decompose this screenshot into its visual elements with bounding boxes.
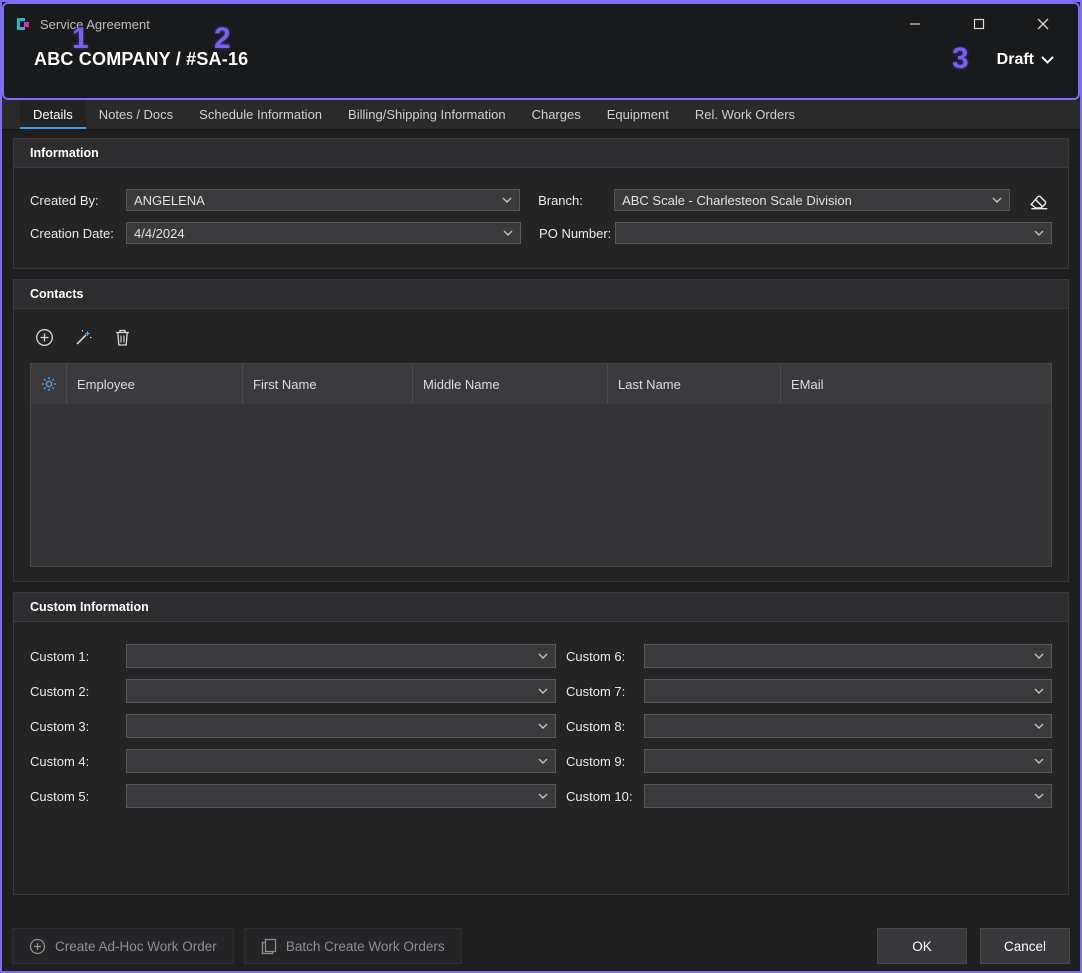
contacts-header: Contacts [14, 280, 1068, 309]
custom-information-panel: Custom Information Custom 1: Custom 6: C… [13, 592, 1069, 895]
status-label: Draft [997, 51, 1034, 69]
information-panel: Information Created By: ANGELENA Branch:… [13, 138, 1069, 269]
create-adhoc-work-order-label: Create Ad-Hoc Work Order [55, 939, 217, 954]
contacts-grid-body[interactable] [31, 404, 1051, 566]
custom-5-label: Custom 5: [30, 789, 126, 804]
chevron-down-icon [532, 723, 548, 729]
custom-3-label: Custom 3: [30, 719, 126, 734]
chevron-down-icon [1028, 723, 1044, 729]
column-header-first-name[interactable]: First Name [243, 364, 413, 404]
tab-details[interactable]: Details [20, 100, 86, 129]
window-controls [904, 13, 1068, 35]
column-header-employee[interactable]: Employee [67, 364, 243, 404]
tab-billing-shipping-information[interactable]: Billing/Shipping Information [335, 100, 519, 129]
chevron-down-icon [532, 793, 548, 799]
po-number-label: PO Number: [539, 226, 615, 241]
add-contact-icon[interactable] [32, 325, 56, 349]
clear-eraser-icon[interactable] [1026, 188, 1052, 212]
branch-label: Branch: [538, 193, 614, 208]
edit-wand-icon[interactable] [71, 325, 95, 349]
chevron-down-icon [986, 197, 1002, 203]
custom-2-label: Custom 2: [30, 684, 126, 699]
maximize-button[interactable] [968, 13, 990, 35]
batch-create-work-orders-label: Batch Create Work Orders [286, 939, 445, 954]
custom-10-label: Custom 10: [566, 789, 644, 804]
contacts-toolbar [30, 325, 1052, 349]
column-header-middle-name[interactable]: Middle Name [413, 364, 608, 404]
batch-create-work-orders-button[interactable]: Batch Create Work Orders [244, 928, 462, 964]
chevron-down-icon [1041, 56, 1054, 64]
chevron-down-icon [532, 653, 548, 659]
custom-3-combobox[interactable] [126, 714, 556, 738]
custom-7-combobox[interactable] [644, 679, 1052, 703]
row-indicator-sun-icon[interactable] [31, 364, 67, 404]
tab-equipment[interactable]: Equipment [594, 100, 682, 129]
custom-6-combobox[interactable] [644, 644, 1052, 668]
custom-9-combobox[interactable] [644, 749, 1052, 773]
created-by-combobox[interactable]: ANGELENA [126, 189, 520, 211]
minimize-button[interactable] [904, 13, 926, 35]
created-by-value: ANGELENA [134, 193, 205, 208]
chevron-down-icon [496, 197, 512, 203]
column-header-last-name[interactable]: Last Name [608, 364, 781, 404]
information-header: Information [14, 139, 1068, 168]
branch-value: ABC Scale - Charlesteon Scale Division [622, 193, 852, 208]
custom-10-combobox[interactable] [644, 784, 1052, 808]
plus-circle-icon [29, 938, 46, 955]
service-agreement-window: Service Agreement ABC COMPANY / #SA-16 D… [0, 0, 1082, 973]
close-button[interactable] [1032, 13, 1054, 35]
chevron-down-icon [532, 758, 548, 764]
status-dropdown[interactable]: Draft [997, 51, 1054, 69]
titlebar: Service Agreement ABC COMPANY / #SA-16 D… [2, 2, 1080, 100]
custom-information-header: Custom Information [14, 593, 1068, 622]
custom-7-label: Custom 7: [566, 684, 644, 699]
contacts-grid: Employee First Name Middle Name Last Nam… [30, 363, 1052, 567]
custom-4-combobox[interactable] [126, 749, 556, 773]
custom-6-label: Custom 6: [566, 649, 644, 664]
tab-rel-work-orders[interactable]: Rel. Work Orders [682, 100, 808, 129]
contacts-panel: Contacts [13, 279, 1069, 582]
custom-5-combobox[interactable] [126, 784, 556, 808]
creation-date-label: Creation Date: [30, 226, 126, 241]
chevron-down-icon [1028, 230, 1044, 236]
creation-date-combobox[interactable]: 4/4/2024 [126, 222, 521, 244]
chevron-down-icon [1028, 758, 1044, 764]
chevron-down-icon [532, 688, 548, 694]
tab-notes-docs[interactable]: Notes / Docs [86, 100, 186, 129]
delete-trash-icon[interactable] [110, 325, 134, 349]
created-by-label: Created By: [30, 193, 126, 208]
app-logo-icon [14, 15, 32, 33]
custom-8-label: Custom 8: [566, 719, 644, 734]
branch-combobox[interactable]: ABC Scale - Charlesteon Scale Division [614, 189, 1010, 211]
chevron-down-icon [497, 230, 513, 236]
tab-charges[interactable]: Charges [519, 100, 594, 129]
cancel-button[interactable]: Cancel [980, 928, 1070, 964]
chevron-down-icon [1028, 688, 1044, 694]
po-number-combobox[interactable] [615, 222, 1052, 244]
annotation-marker-1: 1 [72, 22, 89, 56]
copy-pages-icon [261, 938, 277, 955]
custom-9-label: Custom 9: [566, 754, 644, 769]
window-title: Service Agreement [40, 17, 150, 32]
tab-bar: Details Notes / Docs Schedule Informatio… [2, 100, 1080, 130]
contacts-grid-header: Employee First Name Middle Name Last Nam… [31, 364, 1051, 404]
custom-1-label: Custom 1: [30, 649, 126, 664]
custom-4-label: Custom 4: [30, 754, 126, 769]
chevron-down-icon [1028, 793, 1044, 799]
custom-1-combobox[interactable] [126, 644, 556, 668]
details-tab-content: Information Created By: ANGELENA Branch:… [2, 130, 1080, 895]
ok-button[interactable]: OK [877, 928, 967, 964]
tab-schedule-information[interactable]: Schedule Information [186, 100, 335, 129]
creation-date-value: 4/4/2024 [134, 226, 185, 241]
chevron-down-icon [1028, 653, 1044, 659]
annotation-marker-3: 3 [952, 42, 969, 76]
create-adhoc-work-order-button[interactable]: Create Ad-Hoc Work Order [12, 928, 234, 964]
custom-8-combobox[interactable] [644, 714, 1052, 738]
custom-2-combobox[interactable] [126, 679, 556, 703]
footer-bar: Create Ad-Hoc Work Order Batch Create Wo… [12, 928, 1070, 964]
annotation-marker-2: 2 [214, 22, 231, 56]
column-header-email[interactable]: EMail [781, 364, 1051, 404]
